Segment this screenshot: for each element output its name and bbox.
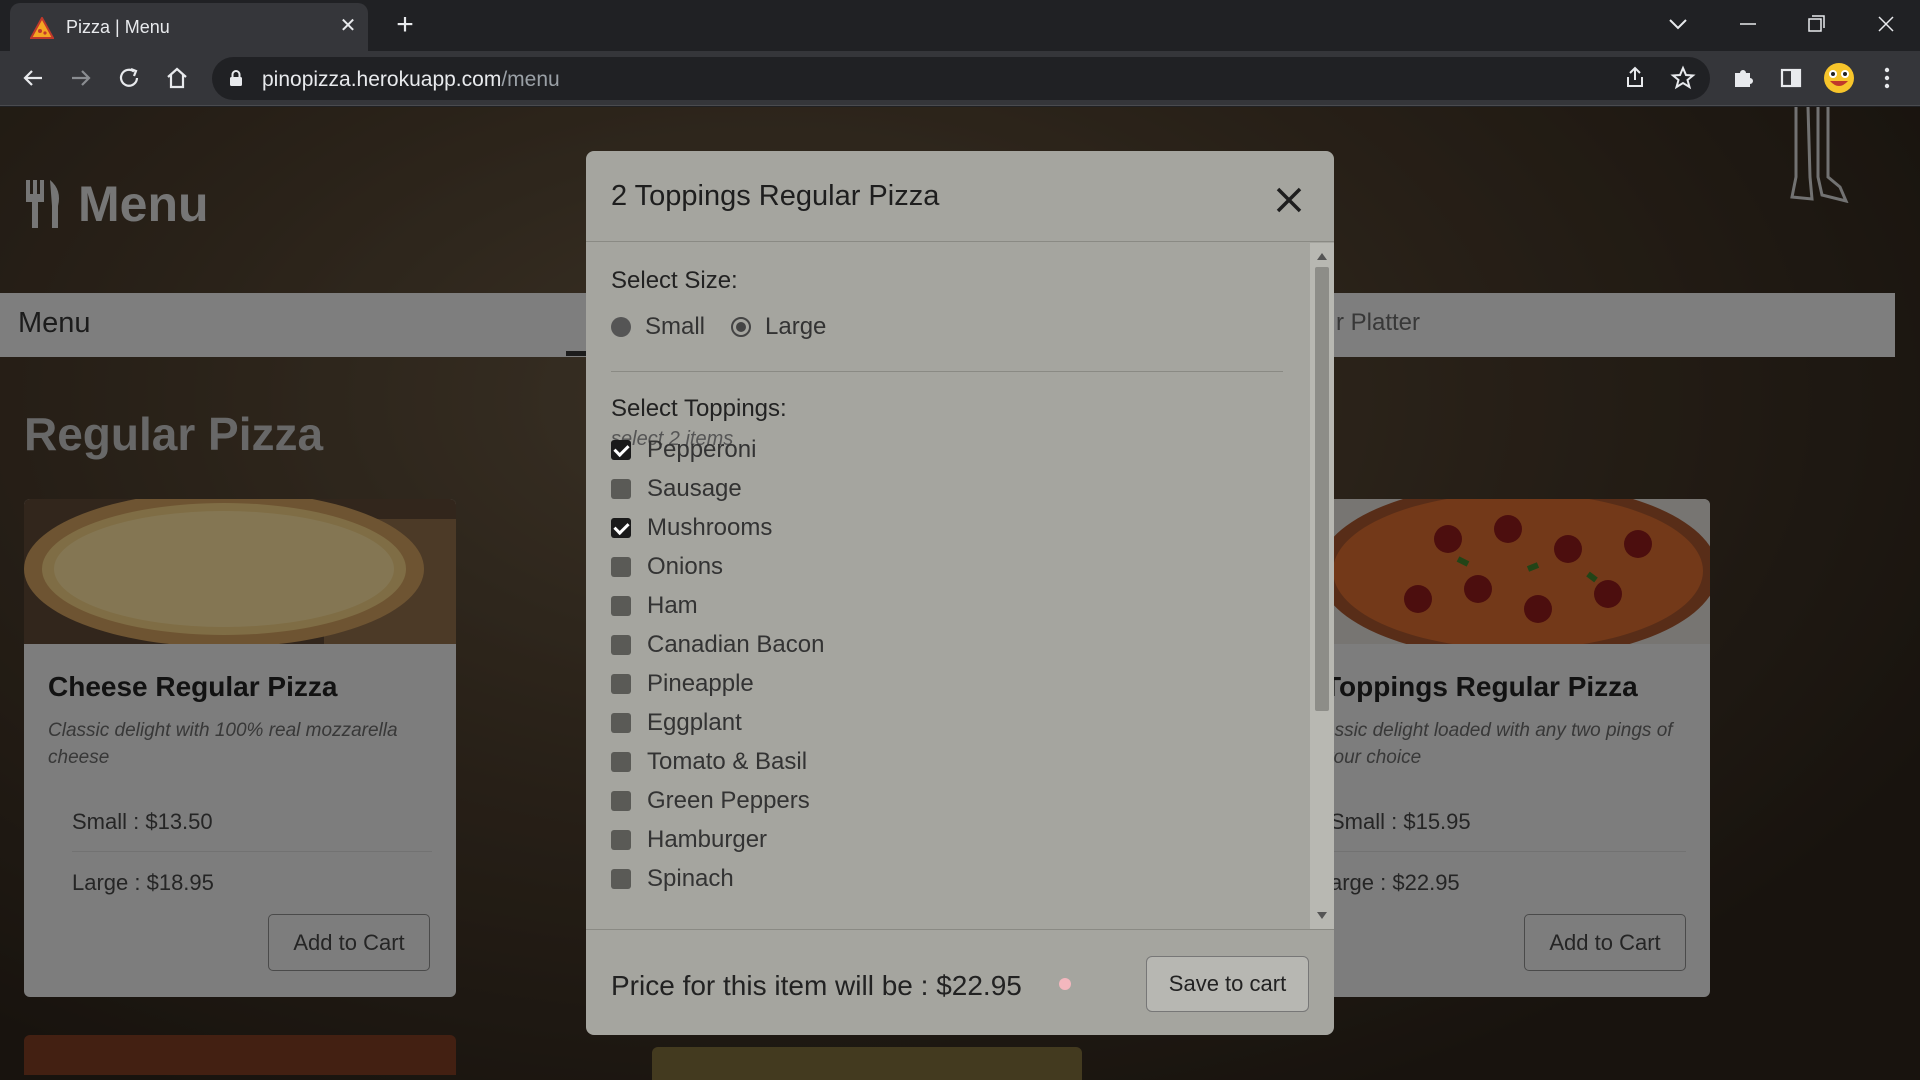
topping-label: Pepperoni xyxy=(647,436,757,463)
topping-label: Onions xyxy=(647,553,724,580)
topping-option[interactable]: Ham xyxy=(611,591,698,621)
reload-icon[interactable] xyxy=(114,63,144,93)
radio-large[interactable] xyxy=(731,317,752,337)
topping-label: Green Peppers xyxy=(647,787,810,814)
price-indicator-dot xyxy=(1059,978,1071,990)
radio-small[interactable] xyxy=(611,317,631,337)
share-icon[interactable] xyxy=(1620,63,1650,93)
radio-small-label: Small xyxy=(645,313,706,340)
tab-title: Pizza | Menu xyxy=(66,17,170,37)
topping-option[interactable]: Pepperoni xyxy=(611,435,756,465)
topping-label: Tomato & Basil xyxy=(647,748,808,775)
topping-label: Pineapple xyxy=(647,670,754,697)
address-bar[interactable]: pinopizza.herokuapp.com/menu xyxy=(212,57,1710,100)
topping-checkbox[interactable] xyxy=(611,791,631,811)
topping-option[interactable]: Spinach xyxy=(611,864,734,894)
topping-checkbox[interactable] xyxy=(611,830,631,850)
topping-option[interactable]: Pineapple xyxy=(611,669,754,699)
topping-option[interactable]: Eggplant xyxy=(611,708,742,738)
minimize-icon[interactable] xyxy=(1728,6,1768,42)
size-option-small[interactable]: Small xyxy=(611,313,705,341)
star-icon[interactable] xyxy=(1668,63,1698,93)
tab-search-chevron-icon[interactable] xyxy=(1658,6,1698,42)
scroll-up-arrow-icon[interactable] xyxy=(1317,253,1327,260)
modal-body: Select Size: Small Large Select Toppings… xyxy=(586,243,1310,929)
price-text: Price for this item will be : $22.95 xyxy=(611,970,1022,1001)
topping-label: Hamburger xyxy=(647,826,768,853)
puzzle-icon[interactable] xyxy=(1728,63,1758,93)
scroll-thumb[interactable] xyxy=(1315,267,1329,711)
browser-tabbar: Pizza | Menu ✕ + xyxy=(0,0,1920,51)
modal-title: 2 Toppings Regular Pizza xyxy=(611,180,940,212)
restore-icon[interactable] xyxy=(1796,6,1836,42)
browser-toolbar: pinopizza.herokuapp.com/menu xyxy=(0,51,1920,106)
toppings-modal: 2 Toppings Regular Pizza Select Size: Sm… xyxy=(586,151,1334,1035)
topping-option[interactable]: Canadian Bacon xyxy=(611,630,824,660)
topping-label: Canadian Bacon xyxy=(647,631,825,658)
forward-icon[interactable] xyxy=(66,63,96,93)
modal-footer: Price for this item will be : $22.95 Sav… xyxy=(586,929,1334,1035)
topping-checkbox[interactable] xyxy=(611,674,631,694)
close-window-icon[interactable] xyxy=(1866,6,1906,42)
scroll-down-arrow-icon[interactable] xyxy=(1317,912,1327,919)
topping-option[interactable]: Mushrooms xyxy=(611,513,772,543)
url-host: pinopizza.herokuapp.com xyxy=(262,68,502,91)
kebab-menu-icon[interactable] xyxy=(1872,63,1902,93)
topping-checkbox[interactable] xyxy=(611,518,631,538)
home-icon[interactable] xyxy=(162,63,192,93)
modal-scrollbar[interactable] xyxy=(1310,243,1334,929)
close-icon[interactable] xyxy=(1272,183,1306,217)
topping-checkbox[interactable] xyxy=(611,479,631,499)
toppings-label: Select Toppings: xyxy=(611,395,787,422)
topping-label: Sausage xyxy=(647,475,742,502)
sidepanel-icon[interactable] xyxy=(1776,63,1806,93)
topping-label: Ham xyxy=(647,592,698,619)
avatar-icon[interactable] xyxy=(1822,61,1856,95)
divider xyxy=(611,371,1283,372)
topping-checkbox[interactable] xyxy=(611,557,631,577)
back-icon[interactable] xyxy=(18,63,48,93)
pizza-favicon xyxy=(30,17,54,39)
topping-checkbox[interactable] xyxy=(611,713,631,733)
new-tab-plus-icon[interactable]: + xyxy=(390,10,420,40)
save-to-cart-button[interactable]: Save to cart xyxy=(1146,956,1309,1012)
topping-option[interactable]: Onions xyxy=(611,552,723,582)
topping-checkbox[interactable] xyxy=(611,596,631,616)
size-option-large[interactable]: Large xyxy=(731,313,826,341)
url-text: pinopizza.herokuapp.com/menu xyxy=(262,68,560,92)
modal-header: 2 Toppings Regular Pizza xyxy=(586,151,1334,242)
topping-checkbox[interactable] xyxy=(611,752,631,772)
url-path: /menu xyxy=(501,68,560,91)
topping-option[interactable]: Sausage xyxy=(611,474,742,504)
topping-option[interactable]: Hamburger xyxy=(611,825,767,855)
topping-checkbox[interactable] xyxy=(611,440,631,460)
radio-large-label: Large xyxy=(765,313,827,340)
topping-checkbox[interactable] xyxy=(611,869,631,889)
topping-label: Eggplant xyxy=(647,709,742,736)
size-radio-group: Small Large xyxy=(611,313,826,341)
topping-checkbox[interactable] xyxy=(611,635,631,655)
topping-label: Spinach xyxy=(647,865,734,892)
topping-option[interactable]: Tomato & Basil xyxy=(611,747,807,777)
tab-close-icon[interactable]: ✕ xyxy=(335,13,361,39)
topping-option[interactable]: Green Peppers xyxy=(611,786,810,816)
lock-icon[interactable] xyxy=(228,69,244,87)
size-label: Select Size: xyxy=(611,267,738,294)
topping-label: Mushrooms xyxy=(647,514,773,541)
browser-tab[interactable]: Pizza | Menu ✕ xyxy=(10,3,368,51)
